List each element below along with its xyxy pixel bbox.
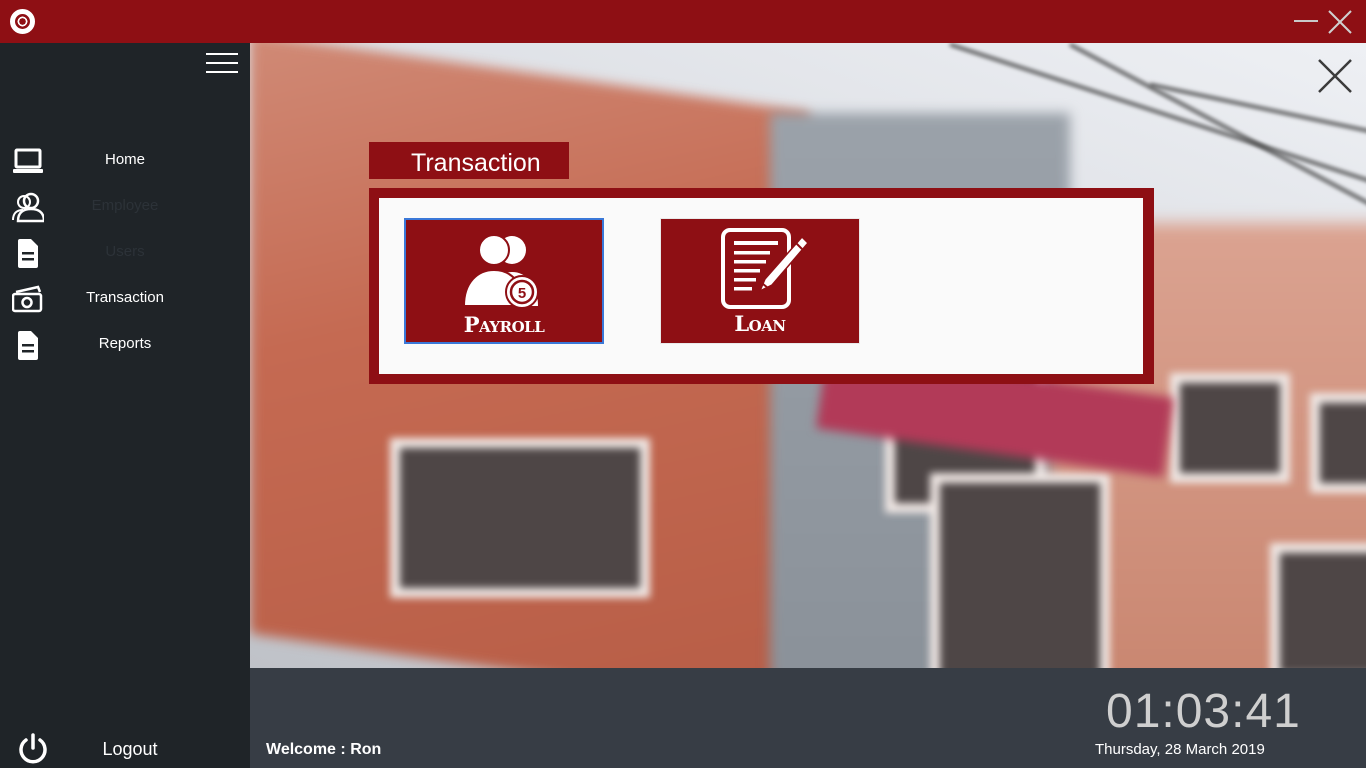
- logout-button[interactable]: Logout: [0, 730, 250, 768]
- sidebar-item-home[interactable]: Home: [0, 141, 250, 181]
- welcome-text: Welcome : Ron: [266, 741, 381, 759]
- sidebar-item-transaction[interactable]: Transaction: [0, 279, 250, 319]
- money-icon: [12, 285, 43, 313]
- power-icon: [19, 733, 47, 764]
- user-name: Ron: [350, 741, 382, 758]
- loan-button[interactable]: Loan: [660, 218, 860, 344]
- payroll-badge: 5: [518, 285, 526, 302]
- background-photo-window: [1310, 393, 1366, 493]
- sidebar-item-users[interactable]: Users: [0, 233, 250, 273]
- background-photo-window: [930, 473, 1110, 668]
- date-label: Thursday, 28 March 2019: [1095, 741, 1265, 758]
- sidebar: Home Employee Users Transaction Reports …: [0, 43, 250, 768]
- sidebar-item-label: Users: [105, 243, 145, 260]
- school-seal-logo: [10, 9, 35, 34]
- background-photo-window: [390, 438, 650, 598]
- logout-label: Logout: [102, 739, 158, 759]
- payroll-icon: 5: [462, 234, 539, 309]
- sidebar-item-employee[interactable]: Employee: [0, 187, 250, 227]
- loan-label: Loan: [734, 311, 786, 336]
- payroll-button[interactable]: 5 Payroll: [404, 218, 604, 344]
- report-icon: [18, 331, 38, 360]
- transaction-panel-body: 5 Payroll Loan: [379, 198, 1143, 374]
- user-icon: [12, 192, 44, 223]
- background-photo-window: [1270, 543, 1366, 668]
- document-icon: [18, 239, 38, 268]
- status-bar: Welcome : Ron 01:03:41 Thursday, 28 Marc…: [250, 668, 1366, 768]
- sidebar-item-label: Transaction: [86, 289, 164, 306]
- sidebar-item-label: Home: [104, 151, 145, 168]
- laptop-icon: [13, 148, 43, 173]
- hamburger-menu-icon[interactable]: [206, 51, 240, 77]
- section-title: Transaction: [369, 142, 569, 179]
- welcome-separator: :: [340, 741, 346, 758]
- main-content: Transaction 5 Payroll Loan: [250, 43, 1366, 668]
- close-icon[interactable]: [1316, 57, 1354, 95]
- payroll-label: Payroll: [463, 312, 545, 337]
- sidebar-item-label: Reports: [98, 335, 152, 352]
- background-photo-window: [1170, 373, 1290, 483]
- sidebar-item-label: Employee: [91, 197, 159, 214]
- transaction-panel: 5 Payroll Loan: [369, 188, 1154, 384]
- minimize-icon[interactable]: [1294, 20, 1318, 22]
- close-icon[interactable]: [1326, 8, 1354, 36]
- contract-pen-icon: [721, 228, 810, 309]
- sidebar-item-reports[interactable]: Reports: [0, 325, 250, 365]
- clock: 01:03:41: [1106, 685, 1301, 738]
- title-bar: [0, 0, 1366, 43]
- section-title-text: Transaction: [411, 149, 541, 177]
- welcome-label: Welcome: [266, 741, 336, 758]
